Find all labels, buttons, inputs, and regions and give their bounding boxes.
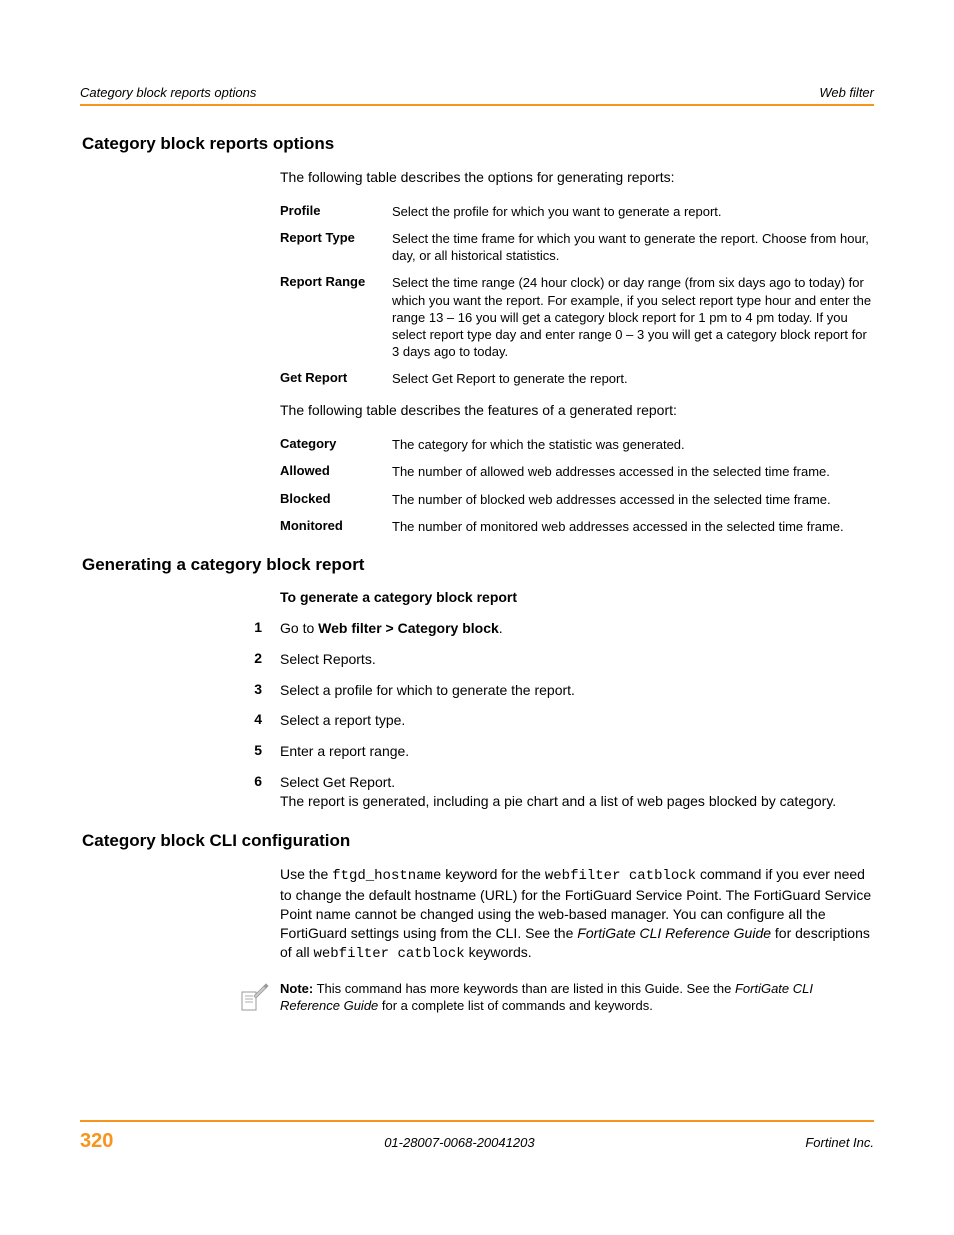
opt-desc: The number of allowed web addresses acce… bbox=[392, 463, 874, 480]
table-row: Category The category for which the stat… bbox=[280, 436, 874, 453]
intro-text-1: The following table describes the option… bbox=[280, 168, 874, 187]
options-table-2: Category The category for which the stat… bbox=[280, 436, 874, 535]
step-text: Enter a report range. bbox=[280, 742, 874, 761]
section-heading-3: Category block CLI configuration bbox=[82, 831, 874, 851]
header-right: Web filter bbox=[819, 85, 874, 100]
company-name: Fortinet Inc. bbox=[805, 1135, 874, 1150]
table-row: Monitored The number of monitored web ad… bbox=[280, 518, 874, 535]
page-header: Category block reports options Web filte… bbox=[80, 85, 874, 104]
note-text: Note: This command has more keywords tha… bbox=[280, 980, 874, 1015]
step-text: Select a report type. bbox=[280, 711, 874, 730]
opt-desc: The number of monitored web addresses ac… bbox=[392, 518, 874, 535]
opt-label: Get Report bbox=[280, 370, 392, 387]
step-number: 4 bbox=[246, 711, 280, 730]
table-row: Get Report Select Get Report to generate… bbox=[280, 370, 874, 387]
intro-text-2: The following table describes the featur… bbox=[280, 401, 874, 420]
step-number: 6 bbox=[246, 773, 280, 811]
opt-label: Report Range bbox=[280, 274, 392, 360]
opt-desc: The number of blocked web addresses acce… bbox=[392, 491, 874, 508]
note-icon bbox=[236, 980, 280, 1019]
table-row: Profile Select the profile for which you… bbox=[280, 203, 874, 220]
table-row: Report Range Select the time range (24 h… bbox=[280, 274, 874, 360]
opt-label: Report Type bbox=[280, 230, 392, 264]
procedure-step: 6 Select Get Report. The report is gener… bbox=[246, 773, 874, 811]
opt-label: Profile bbox=[280, 203, 392, 220]
procedure-heading: To generate a category block report bbox=[280, 589, 874, 605]
opt-desc: Select Get Report to generate the report… bbox=[392, 370, 874, 387]
opt-label: Allowed bbox=[280, 463, 392, 480]
opt-label: Blocked bbox=[280, 491, 392, 508]
opt-desc: Select the time range (24 hour clock) or… bbox=[392, 274, 874, 360]
step-number: 2 bbox=[246, 650, 280, 669]
procedure-step: 5 Enter a report range. bbox=[246, 742, 874, 761]
step-text: Select Reports. bbox=[280, 650, 874, 669]
step-number: 3 bbox=[246, 681, 280, 700]
note-block: Note: This command has more keywords tha… bbox=[236, 980, 874, 1019]
procedure-step: 2 Select Reports. bbox=[246, 650, 874, 669]
opt-desc: The category for which the statistic was… bbox=[392, 436, 874, 453]
step-text: Select a profile for which to generate t… bbox=[280, 681, 874, 700]
procedure-step: 4 Select a report type. bbox=[246, 711, 874, 730]
opt-desc: Select the time frame for which you want… bbox=[392, 230, 874, 264]
step-number: 5 bbox=[246, 742, 280, 761]
opt-label: Monitored bbox=[280, 518, 392, 535]
page-number: 320 bbox=[80, 1130, 113, 1153]
page-footer: 320 01-28007-0068-20041203 Fortinet Inc. bbox=[80, 1120, 874, 1153]
table-row: Report Type Select the time frame for wh… bbox=[280, 230, 874, 264]
step-number: 1 bbox=[246, 619, 280, 638]
options-table-1: Profile Select the profile for which you… bbox=[280, 203, 874, 387]
cli-paragraph: Use the ftgd_hostname keyword for the we… bbox=[280, 865, 874, 963]
header-left: Category block reports options bbox=[80, 85, 256, 100]
footer-rule bbox=[80, 1120, 874, 1122]
section-heading-1: Category block reports options bbox=[82, 134, 874, 154]
procedure-step: 1 Go to Web filter > Category block. bbox=[246, 619, 874, 638]
section-heading-2: Generating a category block report bbox=[82, 555, 874, 575]
table-row: Allowed The number of allowed web addres… bbox=[280, 463, 874, 480]
document-id: 01-28007-0068-20041203 bbox=[384, 1135, 534, 1150]
procedure-step: 3 Select a profile for which to generate… bbox=[246, 681, 874, 700]
table-row: Blocked The number of blocked web addres… bbox=[280, 491, 874, 508]
step-text: Go to Web filter > Category block. bbox=[280, 619, 874, 638]
step-text: Select Get Report. The report is generat… bbox=[280, 773, 874, 811]
opt-label: Category bbox=[280, 436, 392, 453]
header-rule bbox=[80, 104, 874, 106]
opt-desc: Select the profile for which you want to… bbox=[392, 203, 874, 220]
